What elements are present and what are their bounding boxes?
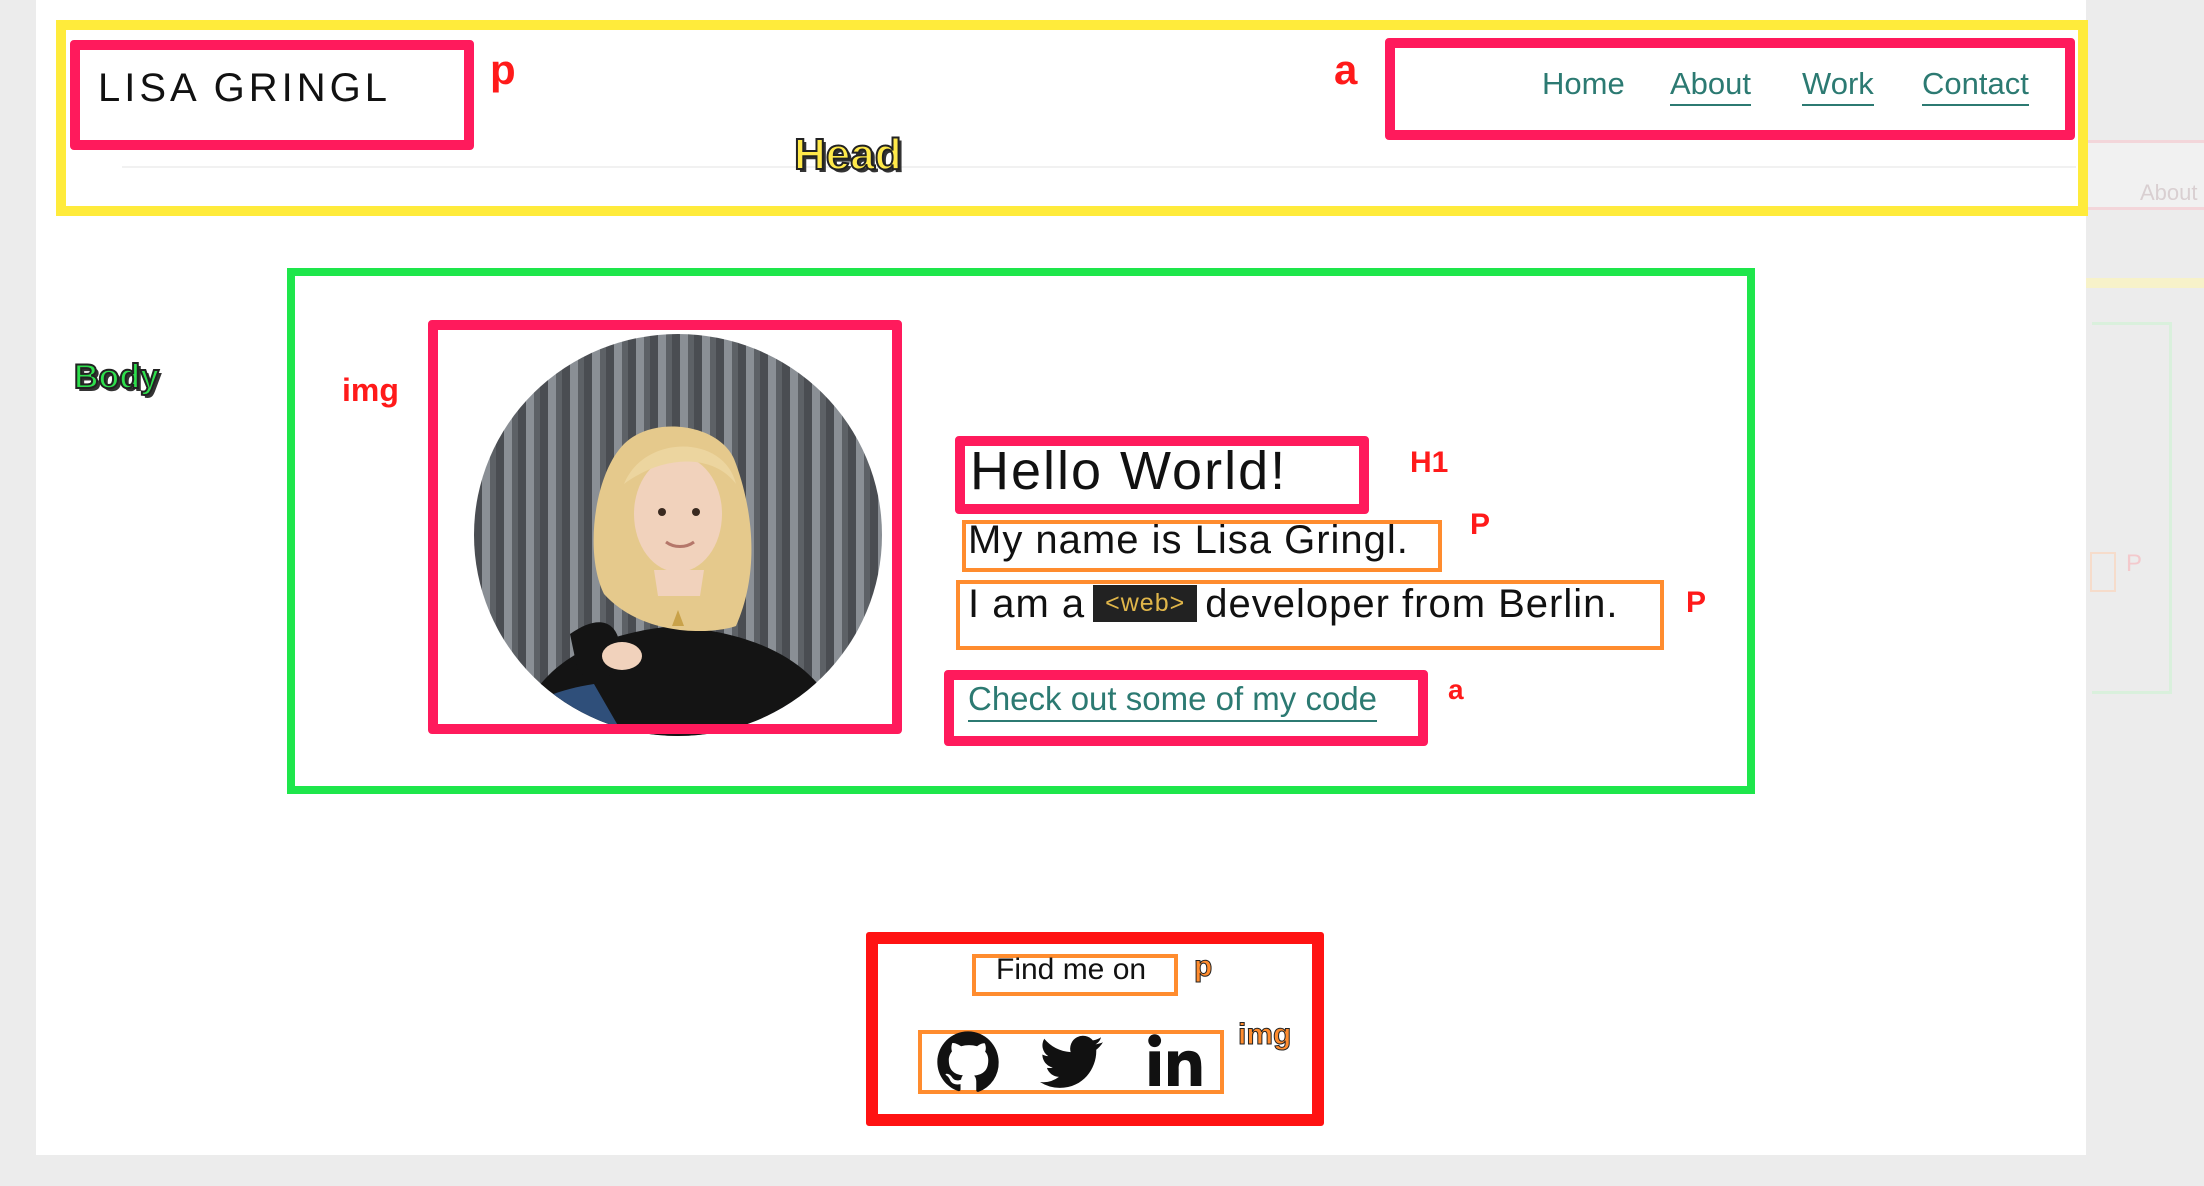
- background-page-strip: [2086, 278, 2204, 288]
- nav-home-link[interactable]: Home: [1542, 66, 1625, 102]
- intro-text: My name is Lisa Gringl.: [968, 518, 1409, 562]
- github-icon[interactable]: [936, 1030, 1000, 1094]
- label-body: Body: [73, 357, 160, 397]
- linkedin-icon[interactable]: [1144, 1030, 1208, 1094]
- github-glyph: [937, 1031, 999, 1092]
- nav-work-link[interactable]: Work: [1802, 66, 1874, 106]
- site-logo[interactable]: LISA GRINGL: [98, 66, 391, 111]
- role-prefix: I am a: [968, 582, 1086, 626]
- label-p-footer: p: [1193, 950, 1213, 984]
- header-divider: [122, 166, 2076, 168]
- find-me-text: Find me on: [996, 953, 1147, 986]
- label-a-link: a: [1448, 674, 1464, 705]
- label-img: img: [342, 372, 399, 408]
- label-p-intro: P: [1470, 508, 1491, 541]
- label-img-footer: img: [1237, 1018, 1292, 1052]
- label-h1: H1: [1410, 446, 1449, 479]
- background-p-label: P: [2126, 550, 2143, 577]
- label-a: a: [1334, 46, 1358, 93]
- web-code-badge: <web>: [1093, 584, 1198, 622]
- label-p-role: P: [1686, 586, 1707, 619]
- background-page-frame: [2090, 552, 2116, 592]
- twitter-glyph: [1040, 1035, 1103, 1088]
- label-head: Head: [793, 129, 903, 180]
- twitter-icon[interactable]: [1040, 1030, 1104, 1094]
- page-heading: Hello World!: [970, 441, 1288, 501]
- nav-about-link[interactable]: About: [1670, 66, 1752, 106]
- label-p: p: [490, 46, 516, 93]
- nav-contact-link[interactable]: Contact: [1922, 66, 2029, 106]
- role-suffix: developer from Berlin.: [1205, 582, 1619, 626]
- background-page-frame: [2092, 322, 2172, 694]
- role-text: I am a <web> developer from Berlin.: [968, 582, 1619, 627]
- photo-frame: [428, 320, 902, 734]
- code-link[interactable]: Check out some of my code: [968, 680, 1378, 722]
- linkedin-glyph: [1148, 1034, 1202, 1086]
- background-about-link: About: [2140, 180, 2198, 205]
